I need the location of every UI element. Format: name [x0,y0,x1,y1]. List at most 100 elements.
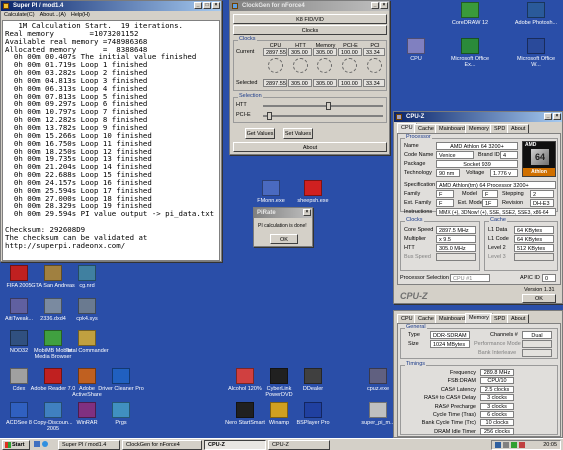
cpuz-version: Version 1.31 [524,287,555,293]
selected-pci: 33.34 [363,79,385,87]
drivercleaner-icon [112,368,130,384]
cpuz-ok-button[interactable]: OK [522,294,556,303]
clocks-button[interactable]: Clocks [233,25,387,35]
pcie-slider[interactable] [263,112,383,120]
current-memory: 305.00 [313,48,337,56]
corespeed-field: 2897.5 MHz [436,226,476,234]
minimize-button[interactable]: _ [194,2,202,9]
desktop-icon-coreldraw[interactable]: CoreDRAW 12 [447,2,493,26]
copydiscount-icon [44,402,62,418]
timing-label: DRAM Idle Timer [434,428,476,435]
taskbar-clockgen[interactable]: ClockGen for nForce4 [122,440,202,450]
network-icon[interactable] [495,442,501,448]
tab-about[interactable]: About [507,124,530,133]
clockgen-window: ClockGen for nForce4 _ × K8 FID/VID Cloc… [229,0,390,155]
tab-mainboard[interactable]: Mainboard [435,124,469,133]
fifa-icon [10,265,28,281]
desktop-icon-office-word[interactable]: Microsoft Office W... [513,38,559,68]
menu-about[interactable]: About...(A) [40,11,66,19]
timing-row: Cycle Time (Tras) 6 clocks [400,410,558,419]
close-button[interactable]: × [212,2,220,9]
pcie-slider-thumb[interactable] [267,112,272,120]
cpuz-titlebar[interactable]: CPU-Z _ × [394,112,562,122]
nod32-icon [10,330,28,346]
current-cpu: 2897.55 [263,48,287,56]
htt-slider[interactable] [263,102,383,110]
about-button[interactable]: About [233,142,387,152]
procsel-select[interactable]: CPU #1 [450,274,490,282]
antivirus-icon[interactable] [511,442,517,448]
desktop-icon-cpu[interactable]: CPU [393,38,439,62]
taskbar-cpuz-1[interactable]: CPU-Z [204,440,266,450]
winrar-icon [78,402,96,418]
clock-label: 20:05 [543,442,557,448]
bsplayer-icon [304,402,322,418]
clockgen-titlebar[interactable]: ClockGen for nForce4 _ × [230,1,389,11]
activeshare-icon [78,368,96,384]
tab-memory[interactable]: Memory [465,313,493,323]
menu-help[interactable]: Help(H) [71,11,90,19]
close-button[interactable]: × [553,113,561,120]
timing-label: Bank Cycle Time (Trc) [421,420,476,427]
desktop-icon-sheepsh[interactable]: sheepsh.exe [290,180,336,204]
desktop-icon-cpk4[interactable]: cpk4.sys [64,298,110,322]
clockgen-tray-icon[interactable] [519,442,525,448]
stepping-field: 2 [530,190,554,198]
set-values-button[interactable]: Set Values [283,128,313,139]
tab-about[interactable]: About [507,314,530,323]
family-field: F [436,190,454,198]
desktop-icon-bsplayer[interactable]: BSPlayer Pro [290,402,336,426]
superpi-title: Super PI / mod1.4 [13,3,64,9]
timing-row: CAS# Latency 2.5 clocks [400,385,558,394]
desktop-icon-office-excel[interactable]: Microsoft Office Ex... [447,38,493,68]
get-values-button[interactable]: Get Values [245,128,275,139]
selected-memory: 305.00 [313,79,337,87]
amd-athlon64-logo: AMD 64 Athlon [522,141,556,177]
start-label: Start [12,442,25,448]
windows-logo-icon [5,442,11,448]
desktop-icon-ddealer[interactable]: DDealer [290,368,336,392]
tab-mainboard[interactable]: Mainboard [435,314,469,323]
dialog-titlebar[interactable]: PiRate × [254,208,312,218]
desktop-icon-prgs[interactable]: Prgs [98,402,144,426]
htt-slider-thumb[interactable] [326,102,331,110]
file-icon [78,298,96,314]
desktop-icon-totalcmd[interactable]: Total Commander [64,330,110,354]
model-field: F [482,190,498,198]
show-desktop-icon[interactable] [34,441,40,447]
powerdvd-icon [270,368,288,384]
extmodel-field: 1F [482,199,498,207]
cpuz-icon [369,368,387,384]
desktop-icon-drivercleaner[interactable]: Driver Cleaner Pro [98,368,144,392]
pcie-dial-icon [342,58,358,73]
ie-icon[interactable] [42,441,48,447]
desktop-icon-cgnrd[interactable]: cg.nrd [64,265,110,289]
k8-fidvid-button[interactable]: K8 FID/VID [233,14,387,24]
desktop-icon-photoshop[interactable]: Adobe Photosh... [513,2,559,26]
pirate-dialog: PiRate × PI calculation is done! OK [253,207,313,247]
name-label: Name [404,143,419,149]
selected-pcie: 100.00 [338,79,362,87]
quick-launch [34,441,54,449]
l1data-field: 64 KBytes [514,226,554,234]
minimize-button[interactable]: _ [544,113,552,120]
superpi-titlebar[interactable]: Super PI / mod1.4 _ □ × [1,1,221,11]
tab-memory[interactable]: Memory [465,124,493,133]
close-button[interactable]: × [380,2,388,9]
family-label: Family [404,191,421,197]
stepping-label: Stepping [502,191,524,197]
menu-calculate[interactable]: Calculate(C) [4,11,35,19]
start-button[interactable]: Start [2,440,30,450]
desktop-icon-fmonn[interactable]: FMonn.exe [248,180,294,204]
maximize-button[interactable]: □ [203,2,211,9]
volume-icon[interactable] [503,442,509,448]
athlon-64-badge: 64 [531,149,549,165]
taskbar-superpi[interactable]: Super PI / mod1.4 [58,440,120,450]
channels-field: Dual [522,331,552,339]
taskbar-cpuz-2[interactable]: CPU-Z [268,440,330,450]
close-button[interactable]: × [303,209,311,216]
dialog-ok-button[interactable]: OK [270,234,298,244]
l1code-field: 64 KBytes [514,235,554,243]
pcie-slider-label: PCI-E [236,112,251,118]
minimize-button[interactable]: _ [371,2,379,9]
